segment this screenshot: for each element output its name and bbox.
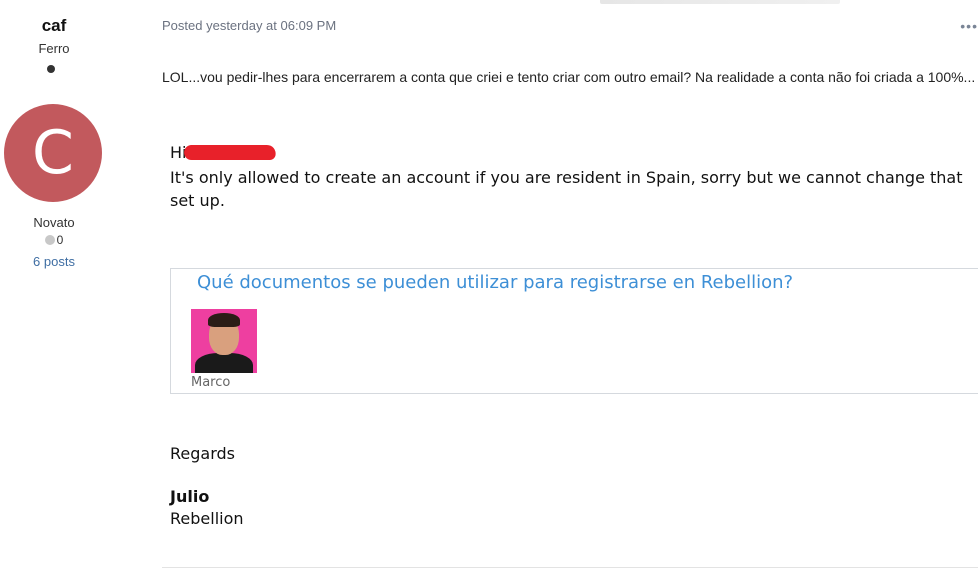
author-rank: Ferro — [38, 41, 70, 56]
closing-text: Regards — [170, 444, 235, 463]
signature-name: Julio — [170, 487, 210, 506]
link-card-author: Marco — [191, 375, 231, 390]
ellipsis-icon[interactable]: ••• — [960, 18, 978, 34]
signature-company: Rebellion — [170, 509, 244, 528]
cut-off-header — [600, 0, 840, 4]
quote-body-text: It's only allowed to create an account i… — [170, 168, 963, 210]
online-status-icon — [47, 65, 55, 73]
avatar[interactable]: C — [4, 104, 102, 202]
author-photo — [191, 309, 257, 373]
post-intro-text: LOL...vou pedir-lhes para encerrarem a c… — [162, 69, 976, 85]
reputation-count: 0 — [56, 233, 64, 247]
embedded-link-card[interactable]: Qué documentos se pueden utilizar para r… — [170, 268, 978, 394]
forum-post-page: caf Ferro C Novato 0 6 posts Posted yest… — [0, 0, 978, 571]
author-group: Novato — [33, 215, 75, 230]
author-name[interactable]: caf — [0, 16, 108, 36]
photo-shirt — [195, 353, 253, 373]
greeting-line: Hi — [170, 143, 278, 163]
reputation-badge: 0 — [0, 233, 108, 247]
post-count-link[interactable]: 6 posts — [0, 254, 108, 269]
link-card-title[interactable]: Qué documentos se pueden utilizar para r… — [197, 272, 793, 293]
reputation-icon — [44, 235, 55, 245]
photo-hair — [208, 313, 240, 327]
post-divider — [162, 567, 978, 568]
post-meta[interactable]: Posted yesterday at 06:09 PM — [162, 18, 336, 33]
redaction-mark — [183, 145, 278, 160]
